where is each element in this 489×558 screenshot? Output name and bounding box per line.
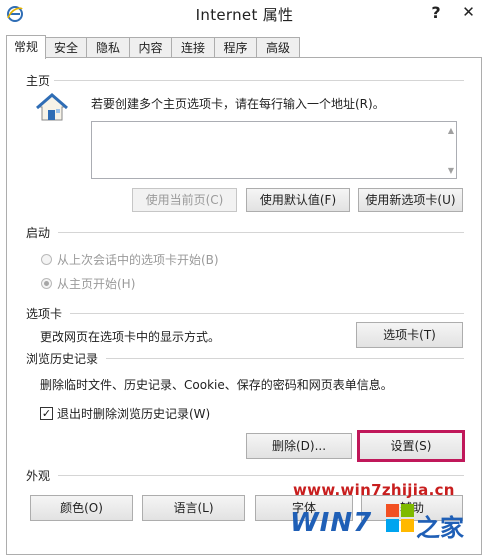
appearance-group-label: 外观 — [26, 467, 55, 484]
divider — [58, 232, 464, 233]
tab-strip: 常规 安全 隐私 内容 连接 程序 高级 — [6, 35, 482, 59]
title-bar: Internet 属性 ? ✕ — [0, 0, 489, 30]
watermark-logo: WIN7 之家 — [282, 500, 472, 542]
use-current-button[interactable]: 使用当前页(C) — [132, 188, 237, 212]
startup-homepage-radio[interactable] — [41, 278, 52, 289]
tab-privacy[interactable]: 隐私 — [86, 37, 130, 57]
startup-group-label: 启动 — [26, 224, 55, 241]
help-button[interactable]: ? — [426, 2, 446, 24]
divider — [106, 358, 464, 359]
watermark-suffix: 之家 — [416, 514, 464, 542]
use-new-tab-button[interactable]: 使用新选项卡(U) — [358, 188, 463, 212]
tab-general[interactable]: 常规 — [6, 35, 46, 59]
startup-last-session-label: 从上次会话中的选项卡开始(B) — [57, 253, 219, 267]
scroll-down-arrow-icon[interactable]: ▼ — [448, 166, 454, 175]
homepage-address-input[interactable]: ▲ ▼ — [91, 121, 457, 179]
homepage-group-label: 主页 — [26, 72, 55, 89]
divider — [58, 475, 464, 476]
delete-on-exit-label: 退出时删除浏览历史记录(W) — [57, 407, 211, 421]
startup-homepage-label: 从主页开始(H) — [57, 277, 136, 291]
home-icon — [36, 93, 68, 121]
divider — [52, 80, 464, 81]
delete-history-button[interactable]: 删除(D)... — [246, 433, 352, 459]
homepage-instruction: 若要创建多个主页选项卡，请在每行输入一个地址(R)。 — [91, 97, 385, 111]
tabs-description: 更改网页在选项卡中的显示方式。 — [40, 330, 221, 344]
delete-on-exit-checkbox[interactable]: ✓ — [40, 407, 53, 420]
scroll-up-arrow-icon[interactable]: ▲ — [448, 126, 454, 135]
watermark-url: www.win7zhijia.cn — [293, 481, 455, 499]
tab-content[interactable]: 内容 — [129, 37, 172, 57]
tab-programs[interactable]: 程序 — [214, 37, 257, 57]
colors-button[interactable]: 颜色(O) — [30, 495, 133, 521]
languages-button[interactable]: 语言(L) — [142, 495, 245, 521]
history-description: 删除临时文件、历史记录、Cookie、保存的密码和网页表单信息。 — [40, 378, 393, 392]
startup-last-session-radio[interactable] — [41, 254, 52, 265]
use-default-button[interactable]: 使用默认值(F) — [246, 188, 350, 212]
tab-connections[interactable]: 连接 — [171, 37, 215, 57]
close-button[interactable]: ✕ — [448, 0, 489, 24]
checkmark-icon: ✓ — [41, 407, 52, 420]
window-title: Internet 属性 — [195, 6, 294, 24]
watermark-brand: WIN7 — [290, 508, 373, 538]
tabs-settings-button[interactable]: 选项卡(T) — [356, 322, 463, 348]
divider — [70, 313, 464, 314]
tab-advanced[interactable]: 高级 — [256, 37, 300, 57]
tab-security[interactable]: 安全 — [45, 37, 87, 57]
close-icon: ✕ — [462, 3, 475, 21]
history-settings-button[interactable]: 设置(S) — [357, 430, 465, 462]
history-group-label: 浏览历史记录 — [26, 350, 103, 367]
tabs-group-label: 选项卡 — [26, 305, 67, 322]
